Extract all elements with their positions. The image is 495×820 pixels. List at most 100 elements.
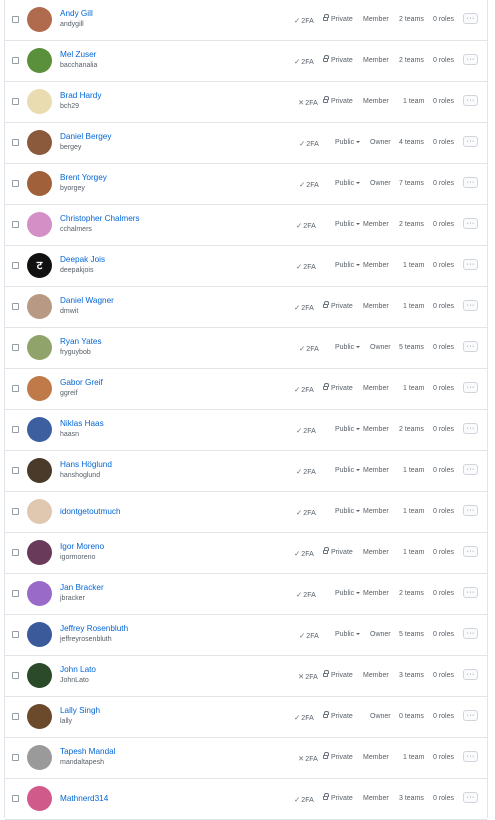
member-name-link[interactable]: Christopher Chalmers xyxy=(60,214,140,223)
member-roles-link[interactable]: 0 roles xyxy=(433,467,454,474)
membership-visibility[interactable]: Public xyxy=(335,631,361,638)
avatar[interactable] xyxy=(27,540,52,565)
more-actions-button[interactable]: ··· xyxy=(463,464,478,475)
more-actions-button[interactable]: ··· xyxy=(463,546,478,557)
member-name-link[interactable]: Niklas Haas xyxy=(60,419,104,428)
member-teams-link[interactable]: 7 teams xyxy=(399,180,424,187)
select-member-checkbox[interactable] xyxy=(12,631,19,638)
more-actions-button[interactable]: ··· xyxy=(463,95,478,106)
member-name-link[interactable]: John Lato xyxy=(60,665,96,674)
member-name-link[interactable]: Brad Hardy xyxy=(60,91,101,100)
member-teams-link[interactable]: 3 teams xyxy=(399,672,424,679)
avatar[interactable] xyxy=(27,171,52,196)
membership-visibility[interactable]: Public xyxy=(335,139,361,146)
avatar[interactable] xyxy=(27,7,52,32)
more-actions-button[interactable]: ··· xyxy=(463,505,478,516)
member-name-link[interactable]: Andy Gill xyxy=(60,9,93,18)
membership-visibility[interactable]: Public xyxy=(335,508,361,515)
member-teams-link[interactable]: 1 team xyxy=(403,508,424,515)
avatar[interactable] xyxy=(27,745,52,770)
member-roles-link[interactable]: 0 roles xyxy=(433,262,454,269)
select-member-checkbox[interactable] xyxy=(12,16,19,23)
select-member-checkbox[interactable] xyxy=(12,303,19,310)
more-actions-button[interactable]: ··· xyxy=(463,792,478,803)
avatar[interactable] xyxy=(27,212,52,237)
member-name-link[interactable]: Tapesh Mandal xyxy=(60,747,116,756)
member-roles-link[interactable]: 0 roles xyxy=(433,57,454,64)
more-actions-button[interactable]: ··· xyxy=(463,751,478,762)
member-roles-link[interactable]: 0 roles xyxy=(433,139,454,146)
member-name-link[interactable]: Daniel Bergey xyxy=(60,132,111,141)
member-roles-link[interactable]: 0 roles xyxy=(433,754,454,761)
more-actions-button[interactable]: ··· xyxy=(463,54,478,65)
member-roles-link[interactable]: 0 roles xyxy=(433,549,454,556)
more-actions-button[interactable]: ··· xyxy=(463,710,478,721)
member-roles-link[interactable]: 0 roles xyxy=(433,713,454,720)
more-actions-button[interactable]: ··· xyxy=(463,628,478,639)
member-roles-link[interactable]: 0 roles xyxy=(433,98,454,105)
membership-visibility[interactable]: Public xyxy=(335,590,361,597)
member-name-link[interactable]: Lally Singh xyxy=(60,706,100,715)
member-teams-link[interactable]: 2 teams xyxy=(399,426,424,433)
member-teams-link[interactable]: 1 team xyxy=(403,98,424,105)
member-teams-link[interactable]: 5 teams xyxy=(399,631,424,638)
membership-visibility[interactable]: Public xyxy=(335,221,361,228)
member-name-link[interactable]: Mel Zuser xyxy=(60,50,96,59)
member-teams-link[interactable]: 1 team xyxy=(403,549,424,556)
member-teams-link[interactable]: 2 teams xyxy=(399,16,424,23)
member-name-link[interactable]: Brent Yorgey xyxy=(60,173,107,182)
member-teams-link[interactable]: 1 team xyxy=(403,385,424,392)
member-teams-link[interactable]: 2 teams xyxy=(399,57,424,64)
member-name-link[interactable]: Igor Moreno xyxy=(60,542,104,551)
select-member-checkbox[interactable] xyxy=(12,467,19,474)
avatar[interactable] xyxy=(27,786,52,811)
member-teams-link[interactable]: 1 team xyxy=(403,754,424,761)
select-member-checkbox[interactable] xyxy=(12,180,19,187)
select-member-checkbox[interactable] xyxy=(12,590,19,597)
member-roles-link[interactable]: 0 roles xyxy=(433,631,454,638)
more-actions-button[interactable]: ··· xyxy=(463,341,478,352)
membership-visibility[interactable]: Public xyxy=(335,426,361,433)
select-member-checkbox[interactable] xyxy=(12,262,19,269)
select-member-checkbox[interactable] xyxy=(12,426,19,433)
member-teams-link[interactable]: 0 teams xyxy=(399,713,424,720)
select-member-checkbox[interactable] xyxy=(12,508,19,515)
membership-visibility[interactable]: Public xyxy=(335,467,361,474)
avatar[interactable] xyxy=(27,294,52,319)
avatar[interactable] xyxy=(27,417,52,442)
select-member-checkbox[interactable] xyxy=(12,672,19,679)
select-member-checkbox[interactable] xyxy=(12,713,19,720)
member-teams-link[interactable]: 3 teams xyxy=(399,795,424,802)
select-member-checkbox[interactable] xyxy=(12,57,19,64)
member-teams-link[interactable]: 1 team xyxy=(403,467,424,474)
more-actions-button[interactable]: ··· xyxy=(463,423,478,434)
more-actions-button[interactable]: ··· xyxy=(463,259,478,270)
member-name-link[interactable]: Deepak Jois xyxy=(60,255,105,264)
select-member-checkbox[interactable] xyxy=(12,221,19,228)
member-roles-link[interactable]: 0 roles xyxy=(433,385,454,392)
more-actions-button[interactable]: ··· xyxy=(463,300,478,311)
member-teams-link[interactable]: 1 team xyxy=(403,262,424,269)
select-member-checkbox[interactable] xyxy=(12,385,19,392)
more-actions-button[interactable]: ··· xyxy=(463,587,478,598)
member-name-link[interactable]: idontgetoutmuch xyxy=(60,507,121,516)
avatar[interactable] xyxy=(27,663,52,688)
member-name-link[interactable]: Daniel Wagner xyxy=(60,296,114,305)
member-roles-link[interactable]: 0 roles xyxy=(433,16,454,23)
member-teams-link[interactable]: 1 team xyxy=(403,303,424,310)
member-roles-link[interactable]: 0 roles xyxy=(433,344,454,351)
more-actions-button[interactable]: ··· xyxy=(463,382,478,393)
member-teams-link[interactable]: 2 teams xyxy=(399,590,424,597)
more-actions-button[interactable]: ··· xyxy=(463,669,478,680)
member-name-link[interactable]: Jan Bracker xyxy=(60,583,104,592)
select-member-checkbox[interactable] xyxy=(12,549,19,556)
avatar[interactable] xyxy=(27,89,52,114)
member-roles-link[interactable]: 0 roles xyxy=(433,426,454,433)
avatar[interactable] xyxy=(27,704,52,729)
member-teams-link[interactable]: 4 teams xyxy=(399,139,424,146)
avatar[interactable] xyxy=(27,48,52,73)
avatar[interactable] xyxy=(27,581,52,606)
member-teams-link[interactable]: 2 teams xyxy=(399,221,424,228)
member-name-link[interactable]: Mathnerd314 xyxy=(60,794,108,803)
member-roles-link[interactable]: 0 roles xyxy=(433,221,454,228)
